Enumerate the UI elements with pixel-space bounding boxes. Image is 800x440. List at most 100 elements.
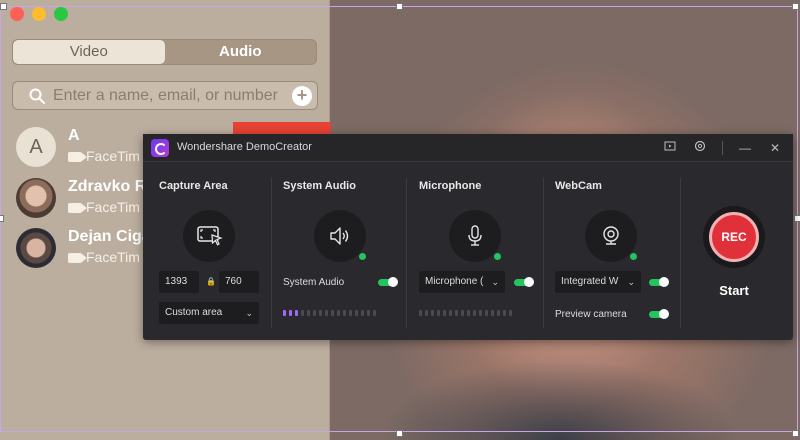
meter-segment [361,310,364,316]
meter-segment [443,310,446,316]
webcam-device-value: Integrated W [561,276,619,287]
chevron-down-icon: ⌄ [245,308,253,318]
preview-camera-toggle[interactable] [649,309,669,319]
meter-segment [491,310,494,316]
resize-handle-bottom-right[interactable] [792,430,799,437]
webcam-preview-person [380,340,740,440]
resize-handle-right[interactable] [794,215,800,222]
system-audio-button[interactable] [314,210,367,262]
meter-segment [355,310,358,316]
resize-handle-left[interactable] [0,215,4,222]
avatar: A [16,127,56,167]
webcam-title: WebCam [555,180,602,192]
meter-segment [497,310,500,316]
microphone-toggle[interactable] [514,277,534,287]
meter-segment [431,310,434,316]
resize-handle-bottom[interactable] [396,430,403,437]
record-button[interactable]: REC [703,206,765,268]
meter-segment [307,310,310,316]
meter-segment [425,310,428,316]
window-controls [10,7,68,21]
microphone-icon [468,225,482,246]
webcam-device-select[interactable]: Integrated W ⌄ [555,271,641,293]
contact-subtitle-text: FaceTim [86,148,140,164]
microphone-title: Microphone [419,180,482,192]
capture-area-button[interactable] [183,210,235,262]
meter-segment [485,310,488,316]
meter-segment [473,310,476,316]
preview-camera-label: Preview camera [555,309,627,320]
contact-subtitle-text: FaceTim [86,199,140,215]
meter-segment [301,310,304,316]
meter-segment [343,310,346,316]
resize-handle-top-left[interactable] [0,3,7,10]
video-camera-icon [68,203,87,213]
contact-subtitle: FaceTim [68,249,140,265]
section-divider [543,178,544,328]
meter-segment [325,310,328,316]
zoom-window-button[interactable] [54,7,68,21]
video-audio-segmented-control: Video Audio [12,39,317,65]
contact-subtitle: FaceTim [68,199,140,215]
capture-area-title: Capture Area [159,180,228,192]
status-check-icon [629,252,638,261]
microphone-device-select[interactable]: Microphone ( ⌄ [419,271,505,293]
avatar [16,228,56,268]
webcam-button[interactable] [585,210,638,262]
close-window-button[interactable] [10,7,24,21]
system-audio-label: System Audio [283,277,345,288]
system-audio-title: System Audio [283,180,356,192]
section-divider [271,178,272,328]
avatar [16,178,56,218]
democreator-panel: Wondershare DemoCreator — ✕ Capture Area… [143,134,793,340]
speaker-icon [330,227,349,245]
meter-segment [509,310,512,316]
microphone-button[interactable] [449,210,502,262]
minimize-window-button[interactable] [32,7,46,21]
meter-segment [455,310,458,316]
meter-segment [367,310,370,316]
status-check-icon [493,252,502,261]
microphone-device-value: Microphone ( [425,276,484,287]
close-icon[interactable]: ✕ [767,140,783,156]
aspect-lock-icon[interactable]: 🔒 [206,277,216,286]
meter-segment [419,310,422,316]
meter-segment [503,310,506,316]
contact-subtitle-text: FaceTim [86,249,140,265]
system-audio-toggle[interactable] [378,277,398,287]
settings-gear-icon[interactable] [692,140,708,156]
tab-video[interactable]: Video [13,40,165,64]
meter-segment [467,310,470,316]
section-divider [680,178,681,328]
tab-audio[interactable]: Audio [165,40,317,64]
contact-search-field[interactable]: Enter a name, email, or number + [12,81,318,110]
democreator-titlebar[interactable]: Wondershare DemoCreator — ✕ [143,134,793,162]
screen-select-icon [197,226,223,246]
meter-segment [295,310,298,316]
titlebar-controls: — ✕ [662,140,783,156]
democreator-logo-icon [151,139,169,157]
resize-handle-top[interactable] [396,3,403,10]
resize-handle-top-right[interactable] [792,3,799,10]
meter-segment [331,310,334,316]
search-placeholder: Enter a name, email, or number [53,87,278,104]
meter-segment [313,310,316,316]
video-camera-icon [68,152,87,162]
meter-segment [289,310,292,316]
add-contact-plus-icon[interactable]: + [292,86,312,106]
search-icon [29,88,45,104]
capture-height-input[interactable]: 760 [219,271,259,293]
meter-segment [437,310,440,316]
media-folder-icon[interactable] [662,140,678,156]
meter-segment [349,310,352,316]
meter-segment [373,310,376,316]
contact-name: A [68,127,80,144]
webcam-toggle[interactable] [649,277,669,287]
webcam-icon [603,226,619,245]
democreator-title: Wondershare DemoCreator [177,141,312,153]
meter-segment [337,310,340,316]
capture-mode-select[interactable]: Custom area ⌄ [159,302,259,324]
capture-width-input[interactable]: 1393 [159,271,199,293]
start-label: Start [719,283,749,298]
minimize-icon[interactable]: — [737,140,753,156]
